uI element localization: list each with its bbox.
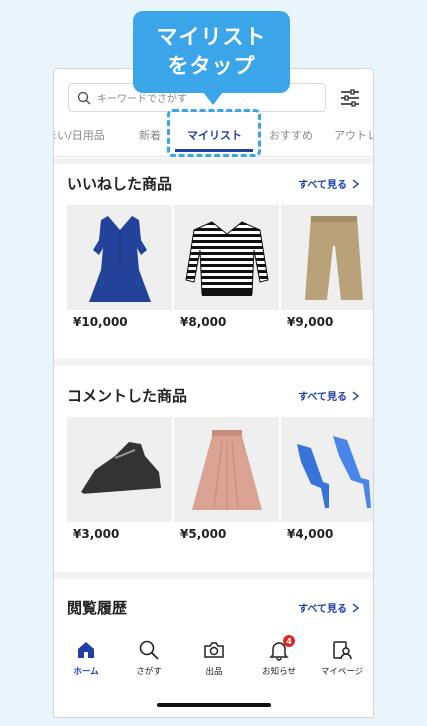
home-icon [78,642,94,658]
divider [54,572,373,579]
camera-icon [204,642,224,658]
tab-new[interactable]: 新着 [139,127,161,143]
see-all-link[interactable]: すべて見る [298,388,359,403]
see-all-link[interactable]: すべて見る [298,176,359,191]
nav-label: マイページ [320,667,364,677]
nav-label: 出品 [205,667,223,677]
notification-badge: 4 [283,635,295,647]
divider [54,359,373,366]
product-card[interactable]: ¥10,000 [67,205,172,329]
search-icon [139,640,159,660]
nav-home[interactable]: ホーム [56,639,116,677]
pink-skirt-image [174,417,279,522]
product-price: ¥10,000 [73,315,128,329]
product-card[interactable]: ¥5,000 [174,417,279,541]
nav-notifications[interactable]: 4 お知らせ [249,635,309,677]
tutorial-callout: マイリスト をタップ [133,11,290,105]
nav-mypage[interactable]: マイページ [312,639,372,677]
mylist-tab-highlight [167,109,261,157]
nav-label: さがす [136,667,162,677]
nav-label: ホーム [73,667,99,677]
product-card[interactable]: ¥8,000 [174,205,279,329]
filter-icon[interactable] [339,87,361,109]
callout-line-1: マイリスト [156,25,267,49]
chevron-right-icon [352,178,359,189]
see-all-label: すべて見る [298,604,347,615]
chevron-right-icon [352,602,359,613]
khaki-pants-image [281,205,373,310]
product-price: ¥4,000 [287,527,334,541]
see-all-label: すべて見る [298,180,347,191]
striped-sweater-image [174,205,279,310]
phone-screen: キーワードでさがす まい/日用品 新着 マイリスト おすすめ アウトレ いいねし… [53,68,374,718]
section-title: コメントした商品 [67,387,188,405]
nav-sell[interactable]: 出品 [184,639,244,677]
tab-outlet[interactable]: アウトレ [334,127,373,143]
tab-daily-goods[interactable]: まい/日用品 [54,127,105,143]
sneaker-image [67,417,172,522]
dress-image [67,205,172,310]
callout-line-2: をタップ [167,54,256,78]
product-price: ¥5,000 [180,527,227,541]
product-price: ¥8,000 [180,315,227,329]
section-title: 閲覧履歴 [67,599,128,617]
profile-icon [333,641,352,660]
section-title: いいねした商品 [67,175,173,193]
divider [54,158,373,164]
nav-label: お知らせ [262,667,296,677]
product-price: ¥3,000 [73,527,120,541]
bottom-navigation: ホーム さがす 出品 4 お知らせ マイページ [54,629,373,717]
search-icon [77,91,91,104]
product-price: ¥9,000 [287,315,334,329]
see-all-link[interactable]: すべて見る [298,600,359,615]
tab-recommended[interactable]: おすすめ [269,127,313,143]
commented-items-row: ¥3,000 ¥5,000 ¥4,000 [67,417,373,547]
nav-search[interactable]: さがす [119,639,179,677]
liked-items-row: ¥10,000 ¥8,000 ¥9,000 [67,205,373,335]
blue-heels-image [281,417,373,522]
home-indicator [157,703,271,707]
see-all-label: すべて見る [298,392,347,403]
product-card[interactable]: ¥4,000 [281,417,373,541]
product-card[interactable]: ¥3,000 [67,417,172,541]
product-card[interactable]: ¥9,000 [281,205,373,329]
chevron-right-icon [352,390,359,401]
